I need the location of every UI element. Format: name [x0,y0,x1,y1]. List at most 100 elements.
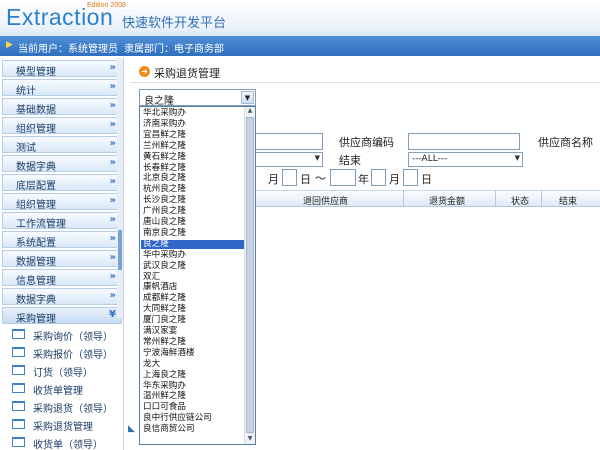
col-return-supplier[interactable]: 退回供应商 [303,194,348,207]
dropdown-option[interactable]: 杭州良之隆 [141,185,245,194]
app-header: Extraction Edition 2008 快速软件开发平台 [0,0,600,36]
supplier-combo[interactable]: 良之隆 ▼ [139,89,256,107]
dropdown-option[interactable]: 南京良之隆 [141,228,245,238]
dropdown-option[interactable]: 北京良之隆 [141,174,245,183]
sidebar-menu-item[interactable]: 模型管理 » [2,60,122,78]
dropdown-option[interactable]: 温州鲜之隆 [141,392,245,401]
settle-select-value: ---ALL--- [412,154,448,164]
app-tagline: 快速软件开发平台 [122,16,227,31]
chevron-right-icon: » [109,214,116,225]
dropdown-option[interactable]: 良信商贸公司 [141,425,245,434]
sidebar-subitem[interactable]: 采购报价（领导） [2,344,122,361]
sidebar-menu-item[interactable]: 数据管理 » [2,250,122,268]
dropdown-option[interactable]: 双汇 [141,272,245,282]
sidebar-menu-item[interactable]: 底层配置 » [2,174,122,192]
start-day-input[interactable] [282,169,297,186]
chevron-down-icon[interactable]: ▼ [241,91,254,104]
dropdown-option[interactable]: 武汉良之隆 [141,261,245,271]
corner-icon: ◣ [128,424,135,434]
dropdown-option[interactable]: 广州良之隆 [141,207,245,216]
sidebar-menu-item[interactable]: 组织管理 » [2,193,122,211]
dropdown-option[interactable]: 口口可食品 [141,403,245,412]
supplier-code-input[interactable] [408,133,520,150]
sidebar-subitem-label: 订货（领导） [33,368,93,379]
col-status[interactable]: 状态 [511,194,529,207]
sidebar-subitem[interactable]: 收货单管理 [2,380,122,397]
dropdown-option[interactable]: 宁波海鲜酒楼 [141,348,245,358]
chevron-right-icon: » [109,271,116,282]
dropdown-option[interactable]: 龙大 [141,359,245,369]
sidebar-subitem[interactable]: 采购退货管理 [2,416,122,433]
dropdown-option[interactable]: 长春鲜之隆 [141,163,245,173]
dropdown-option[interactable]: 济南采购办 [141,119,245,129]
dropdown-option[interactable]: 良之隆 [141,239,245,249]
dropdown-option[interactable]: 良中行供应链公司 [141,414,245,423]
sidebar-menu-label: 组织管理 [16,200,56,211]
folder-icon [12,419,25,429]
dropdown-option[interactable]: 华中采购办 [141,250,245,260]
title-arrow-icon: ➜ [139,66,150,77]
chevron-right-icon: » [109,62,116,73]
sidebar-scroll-thumb[interactable] [118,230,122,270]
folder-icon [12,329,25,339]
sidebar-subitem[interactable]: 采购询价（领导） [2,326,122,343]
sidebar-menu-item[interactable]: 采购管理 ¥ [2,307,122,325]
dropdown-option[interactable]: 华北采购办 [141,109,245,118]
dropdown-option[interactable]: 上海良之隆 [141,370,245,380]
settle-label: 结束 [339,154,361,167]
sidebar-menu-item[interactable]: 信息管理 » [2,269,122,287]
sidebar-menu-label: 测试 [16,143,36,154]
col-return-amount[interactable]: 退货金额 [429,194,465,207]
dropdown-option[interactable]: 兰州鲜之隆 [141,141,245,151]
end-day-input[interactable] [403,169,418,186]
folder-icon [12,365,25,375]
sidebar-menu-item[interactable]: 统计 » [2,79,122,97]
chevron-right-icon: » [109,81,116,92]
scroll-down-icon[interactable]: ▼ [246,435,254,443]
dropdown-option[interactable]: 满汉家宴 [141,327,245,336]
sidebar-menu-label: 基础数据 [16,105,56,116]
sidebar-menu-item[interactable]: 基础数据 » [2,98,122,116]
dropdown-scrollbar[interactable]: ▲ ▼ [244,107,255,444]
end-year-input[interactable] [330,169,356,186]
sidebar-menu-item[interactable]: 测试 » [2,136,122,154]
dropdown-scroll-thumb[interactable] [246,117,254,433]
day-label-2: 日 [421,173,432,186]
dropdown-option[interactable]: 唐山良之隆 [141,218,245,227]
sidebar-subitem-label: 采购询价（领导） [33,332,113,343]
dropdown-option[interactable]: 华东采购办 [141,381,245,391]
settle-select[interactable]: ---ALL--- ▼ [408,152,523,167]
sidebar-subitem[interactable]: 订货（领导） [2,362,122,379]
dropdown-option[interactable]: 厦门良之隆 [141,316,245,325]
dropdown-option[interactable]: 常州鲜之隆 [141,337,245,347]
sidebar-subitem[interactable]: 收货单（领导） [2,434,122,450]
folder-icon [12,383,25,393]
dropdown-option[interactable]: 长沙良之隆 [141,196,245,205]
dropdown-option[interactable]: 宜昌鲜之隆 [141,130,245,140]
page-title: 采购退货管理 [154,67,220,80]
sidebar-menu-label: 信息管理 [16,276,56,287]
dropdown-option[interactable]: 康帆酒店 [141,283,245,292]
sidebar-menu-item[interactable]: 工作流管理 » [2,212,122,230]
chevron-right-icon: » [109,233,116,244]
sidebar-subitem[interactable]: 采购退货（领导） [2,398,122,415]
sidebar-menu-item[interactable]: 组织管理 » [2,117,122,135]
user-bar: ▶ 当前用户：系统管理员 隶属部门：电子商务部 [0,36,600,56]
chevron-right-icon: » [109,157,116,168]
sidebar-menu-label: 系统配置 [16,238,56,249]
month-label: 月 [268,173,279,186]
dropdown-option[interactable]: 大同鲜之隆 [141,305,245,314]
sidebar-scrollbar[interactable] [117,58,123,318]
dropdown-option[interactable]: 成都鲜之隆 [141,294,245,303]
supplier-combo-value: 良之隆 [144,96,174,107]
sidebar-menu-item[interactable]: 数据字典 » [2,155,122,173]
sidebar-menu-item[interactable]: 数据字典 » [2,288,122,306]
dropdown-option[interactable]: 黄石鲜之隆 [141,152,245,162]
scroll-up-icon[interactable]: ▲ [246,107,254,115]
end-month-input[interactable] [371,169,386,186]
folder-icon [12,347,25,357]
sidebar-menu-label: 组织管理 [16,124,56,135]
col-settle[interactable]: 结束 [559,194,577,207]
sidebar-menu-item[interactable]: 系统配置 » [2,231,122,249]
chevron-right-icon: » [109,176,116,187]
